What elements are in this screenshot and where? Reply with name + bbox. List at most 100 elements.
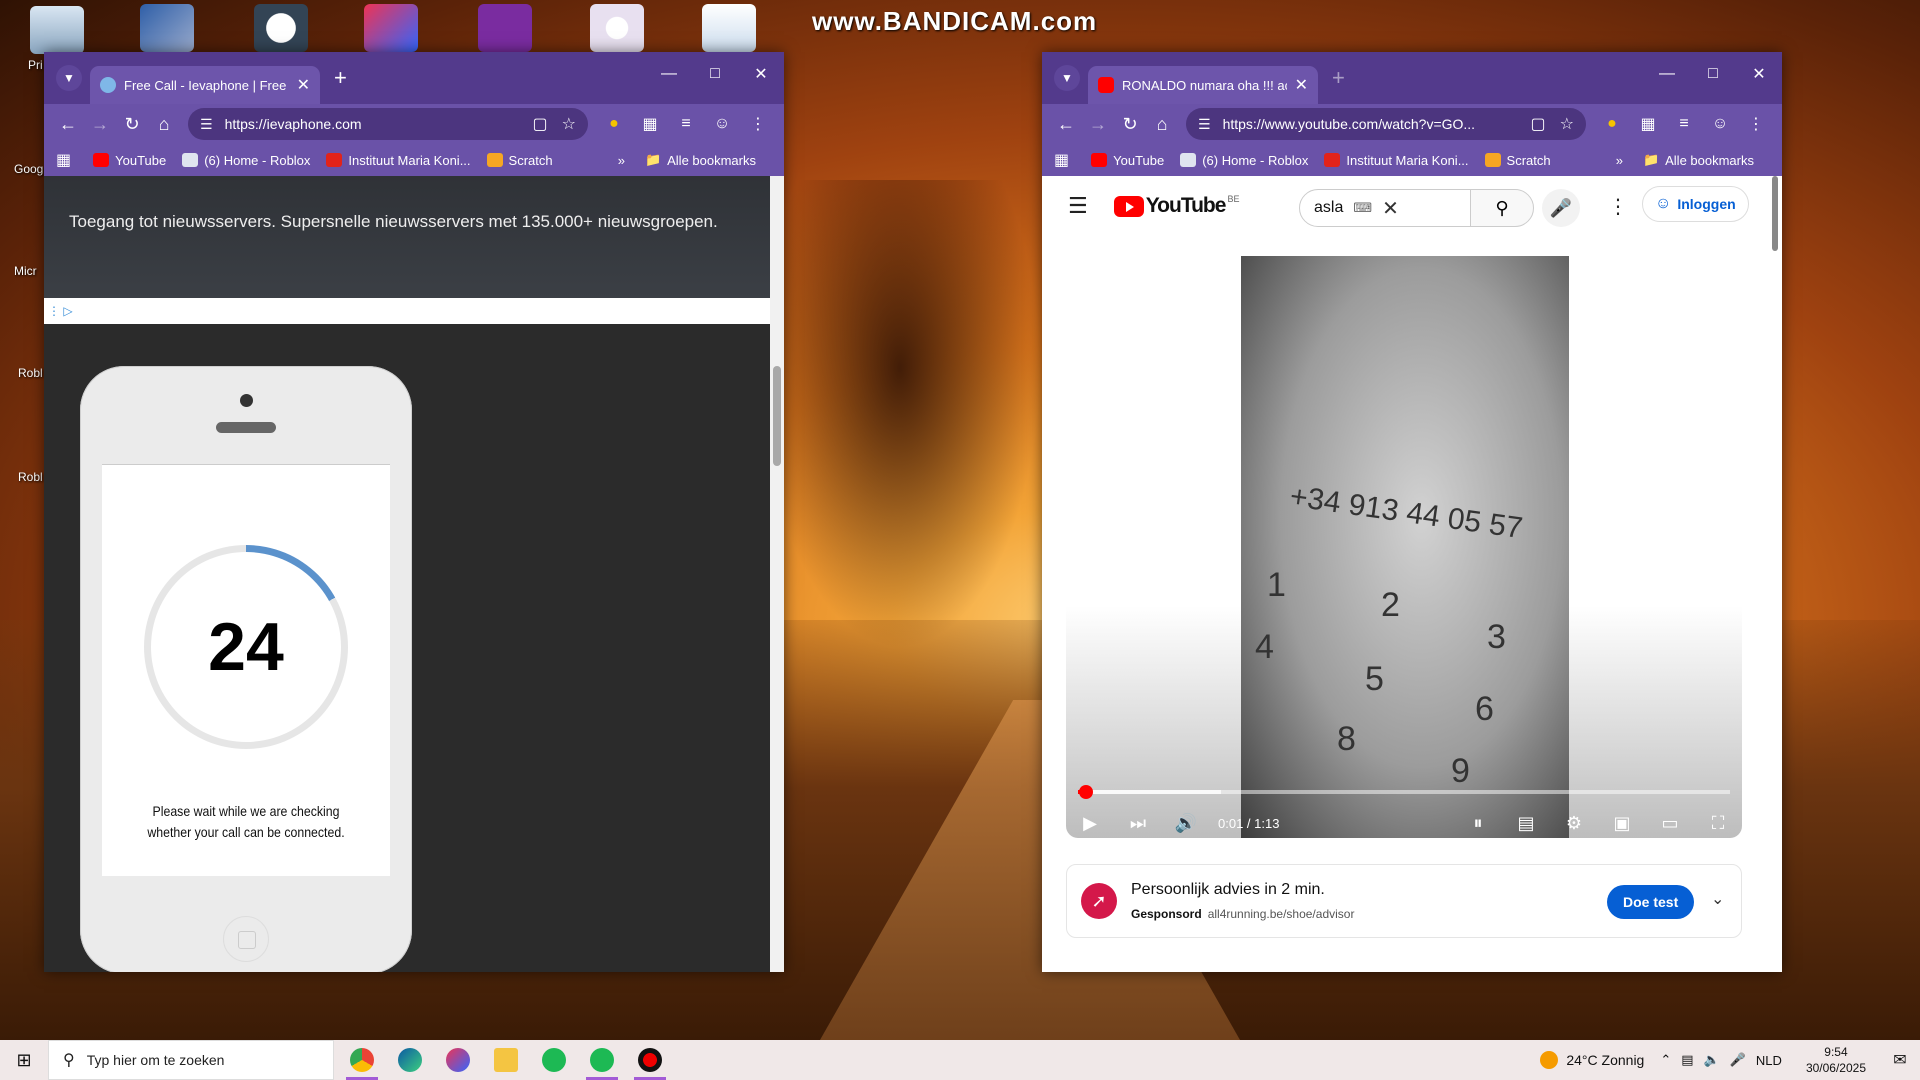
fullscreen-icon[interactable]: ⛶ [1694, 813, 1742, 834]
page-scrollbar-thumb[interactable] [1772, 176, 1778, 251]
autoplay-toggle-icon[interactable]: ⏸ [1454, 813, 1502, 834]
ad-cta-button[interactable]: Doe test [1607, 885, 1695, 919]
sponsored-ad-card[interactable]: ➚ Persoonlijk advies in 2 min. Gesponsor… [1066, 864, 1742, 938]
back-icon[interactable]: ← [1050, 114, 1082, 135]
taskbar-file-explorer[interactable] [482, 1040, 530, 1080]
network-icon[interactable]: ▤ [1681, 1052, 1693, 1068]
taskbar-search-input[interactable]: ⚲ Typ hier om te zoeken [48, 1040, 334, 1080]
forward-icon[interactable]: → [84, 114, 116, 135]
tab-search-icon[interactable]: ▼ [1054, 65, 1080, 91]
youtube-logo[interactable]: YouTube BE [1113, 194, 1239, 218]
next-video-icon[interactable]: ⏭ [1114, 813, 1162, 834]
extension-icon[interactable]: ● [1594, 115, 1630, 133]
cube-app-icon[interactable] [478, 4, 532, 52]
paint-app-icon[interactable] [140, 4, 194, 52]
itunes-app-icon[interactable] [590, 4, 644, 52]
close-tab-icon[interactable]: ✕ [297, 75, 310, 95]
browser-window-youtube[interactable]: ▼ RONALDO numara oha !!! açtım ✕ + — □ ✕… [1042, 52, 1782, 972]
bookmark-instituut[interactable]: Instituut Maria Koni... [1324, 153, 1469, 168]
install-app-icon[interactable]: ▢ [1531, 114, 1546, 134]
close-window-icon[interactable]: ✕ [738, 52, 784, 96]
maximize-icon[interactable]: □ [692, 52, 738, 96]
tab-search-icon[interactable]: ▼ [56, 65, 82, 91]
microphone-icon[interactable]: 🎤 [1730, 1052, 1746, 1068]
site-info-icon[interactable]: ☰ [1198, 116, 1211, 133]
scrollbar-thumb[interactable] [773, 366, 781, 466]
browser-menu-icon[interactable]: ⋮ [1738, 114, 1774, 134]
wordpad-app-icon[interactable] [702, 4, 756, 52]
bookmark-scratch[interactable]: Scratch [1484, 153, 1551, 168]
play-icon[interactable]: ▶ [1066, 813, 1114, 834]
page-scrollbar[interactable] [770, 176, 784, 972]
extension-icon[interactable]: ● [596, 115, 632, 133]
new-tab-icon[interactable]: + [1332, 65, 1345, 91]
home-icon[interactable]: ⌂ [148, 114, 180, 135]
video-player[interactable]: +34 913 44 05 57 1 2 3 4 5 6 8 9 ▶ ⏭ 🔊 0… [1066, 256, 1742, 838]
ad-banner[interactable]: Toegang tot nieuwsservers. Supersnelle n… [44, 176, 770, 298]
reading-list-icon[interactable]: ≡ [668, 115, 704, 133]
close-tab-icon[interactable]: ✕ [1295, 75, 1308, 95]
notification-icon[interactable]: ✉ [1880, 1050, 1920, 1070]
bookmark-youtube[interactable]: YouTube [1091, 153, 1164, 168]
taskbar-bandicam[interactable] [626, 1040, 674, 1080]
apps-grid-icon[interactable]: ▦ [1054, 150, 1069, 170]
bookmark-star-icon[interactable]: ☆ [562, 114, 576, 134]
more-bookmarks-icon[interactable]: » [1616, 153, 1623, 168]
browser-window-ievaphone[interactable]: ▼ Free Call - Ievaphone | Free call ✕ + … [44, 52, 784, 972]
browser-menu-icon[interactable]: ⋮ [740, 114, 776, 134]
recycle-bin-icon[interactable] [30, 6, 84, 54]
all-bookmarks-folder[interactable]: 📁 Alle bookmarks [645, 152, 756, 168]
video-frame[interactable]: +34 913 44 05 57 1 2 3 4 5 6 8 9 [1241, 256, 1569, 838]
back-icon[interactable]: ← [52, 114, 84, 135]
bookmark-scratch[interactable]: Scratch [486, 153, 553, 168]
translate-icon[interactable]: ▢ [533, 114, 548, 134]
search-button[interactable]: ⚲ [1470, 189, 1534, 227]
adchoices-icon[interactable]: ⋮ ▷ [48, 304, 73, 318]
taskbar-paint3d[interactable] [434, 1040, 482, 1080]
taskbar-spotify-2[interactable] [578, 1040, 626, 1080]
profile-icon[interactable]: ☺ [1702, 115, 1738, 133]
maximize-icon[interactable]: □ [1690, 52, 1736, 96]
minimize-icon[interactable]: — [1644, 52, 1690, 96]
bookmark-instituut[interactable]: Instituut Maria Koni... [326, 153, 471, 168]
taskbar-spotify[interactable] [530, 1040, 578, 1080]
bookmark-roblox[interactable]: (6) Home - Roblox [182, 153, 310, 168]
subtitles-icon[interactable]: ▤ [1502, 813, 1550, 834]
speaker-icon[interactable]: 🔈 [1704, 1052, 1720, 1068]
address-bar[interactable]: ☰ https://www.youtube.com/watch?v=GO... … [1186, 108, 1586, 140]
video-progress-bar[interactable] [1078, 785, 1730, 799]
voice-search-button[interactable]: 🎤 [1542, 189, 1580, 227]
youtube-search-input[interactable]: asla ⌨ ✕ [1299, 189, 1471, 227]
volume-icon[interactable]: 🔊 [1162, 813, 1210, 834]
tab-ievaphone[interactable]: Free Call - Ievaphone | Free call ✕ [90, 66, 320, 104]
all-bookmarks-folder[interactable]: 📁 Alle bookmarks [1643, 152, 1754, 168]
taskbar-edge[interactable] [386, 1040, 434, 1080]
address-bar[interactable]: ☰ https://ievaphone.com ▢ ☆ [188, 108, 588, 140]
login-button[interactable]: ☺ Inloggen [1642, 186, 1749, 222]
apps-grid-icon[interactable]: ▦ [56, 150, 71, 170]
reading-list-icon[interactable]: ≡ [1666, 115, 1702, 133]
more-bookmarks-icon[interactable]: » [618, 153, 625, 168]
forward-icon[interactable]: → [1082, 114, 1114, 135]
profile-icon[interactable]: ☺ [704, 115, 740, 133]
keyboard-icon[interactable]: ⌨ [1353, 200, 1372, 216]
settings-gear-icon[interactable]: ⚙ [1550, 813, 1598, 834]
weather-widget[interactable]: 24°C Zonnig [1540, 1051, 1644, 1069]
minimize-icon[interactable]: — [646, 52, 692, 96]
clock-app-icon[interactable] [254, 4, 308, 52]
theater-mode-icon[interactable]: ▭ [1646, 813, 1694, 834]
bookmark-youtube[interactable]: YouTube [93, 153, 166, 168]
tab-youtube-video[interactable]: RONALDO numara oha !!! açtım ✕ [1088, 66, 1318, 104]
chevron-down-icon[interactable]: ⌄ [1711, 889, 1724, 909]
settings-more-icon[interactable]: ⋮ [1608, 194, 1628, 219]
windows-start-icon[interactable]: ⊞ [0, 1040, 48, 1080]
chevron-up-icon[interactable]: ⌃ [1660, 1052, 1671, 1068]
hamburger-menu-icon[interactable]: ☰ [1068, 193, 1088, 219]
bookmark-star-icon[interactable]: ☆ [1560, 114, 1574, 134]
taskbar-chrome[interactable] [338, 1040, 386, 1080]
extensions-puzzle-icon[interactable]: ▦ [632, 114, 668, 134]
taskbar-clock[interactable]: 9:54 30/06/2025 [1806, 1044, 1866, 1076]
extensions-puzzle-icon[interactable]: ▦ [1630, 114, 1666, 134]
close-window-icon[interactable]: ✕ [1736, 52, 1782, 96]
reload-icon[interactable]: ↻ [116, 114, 148, 135]
